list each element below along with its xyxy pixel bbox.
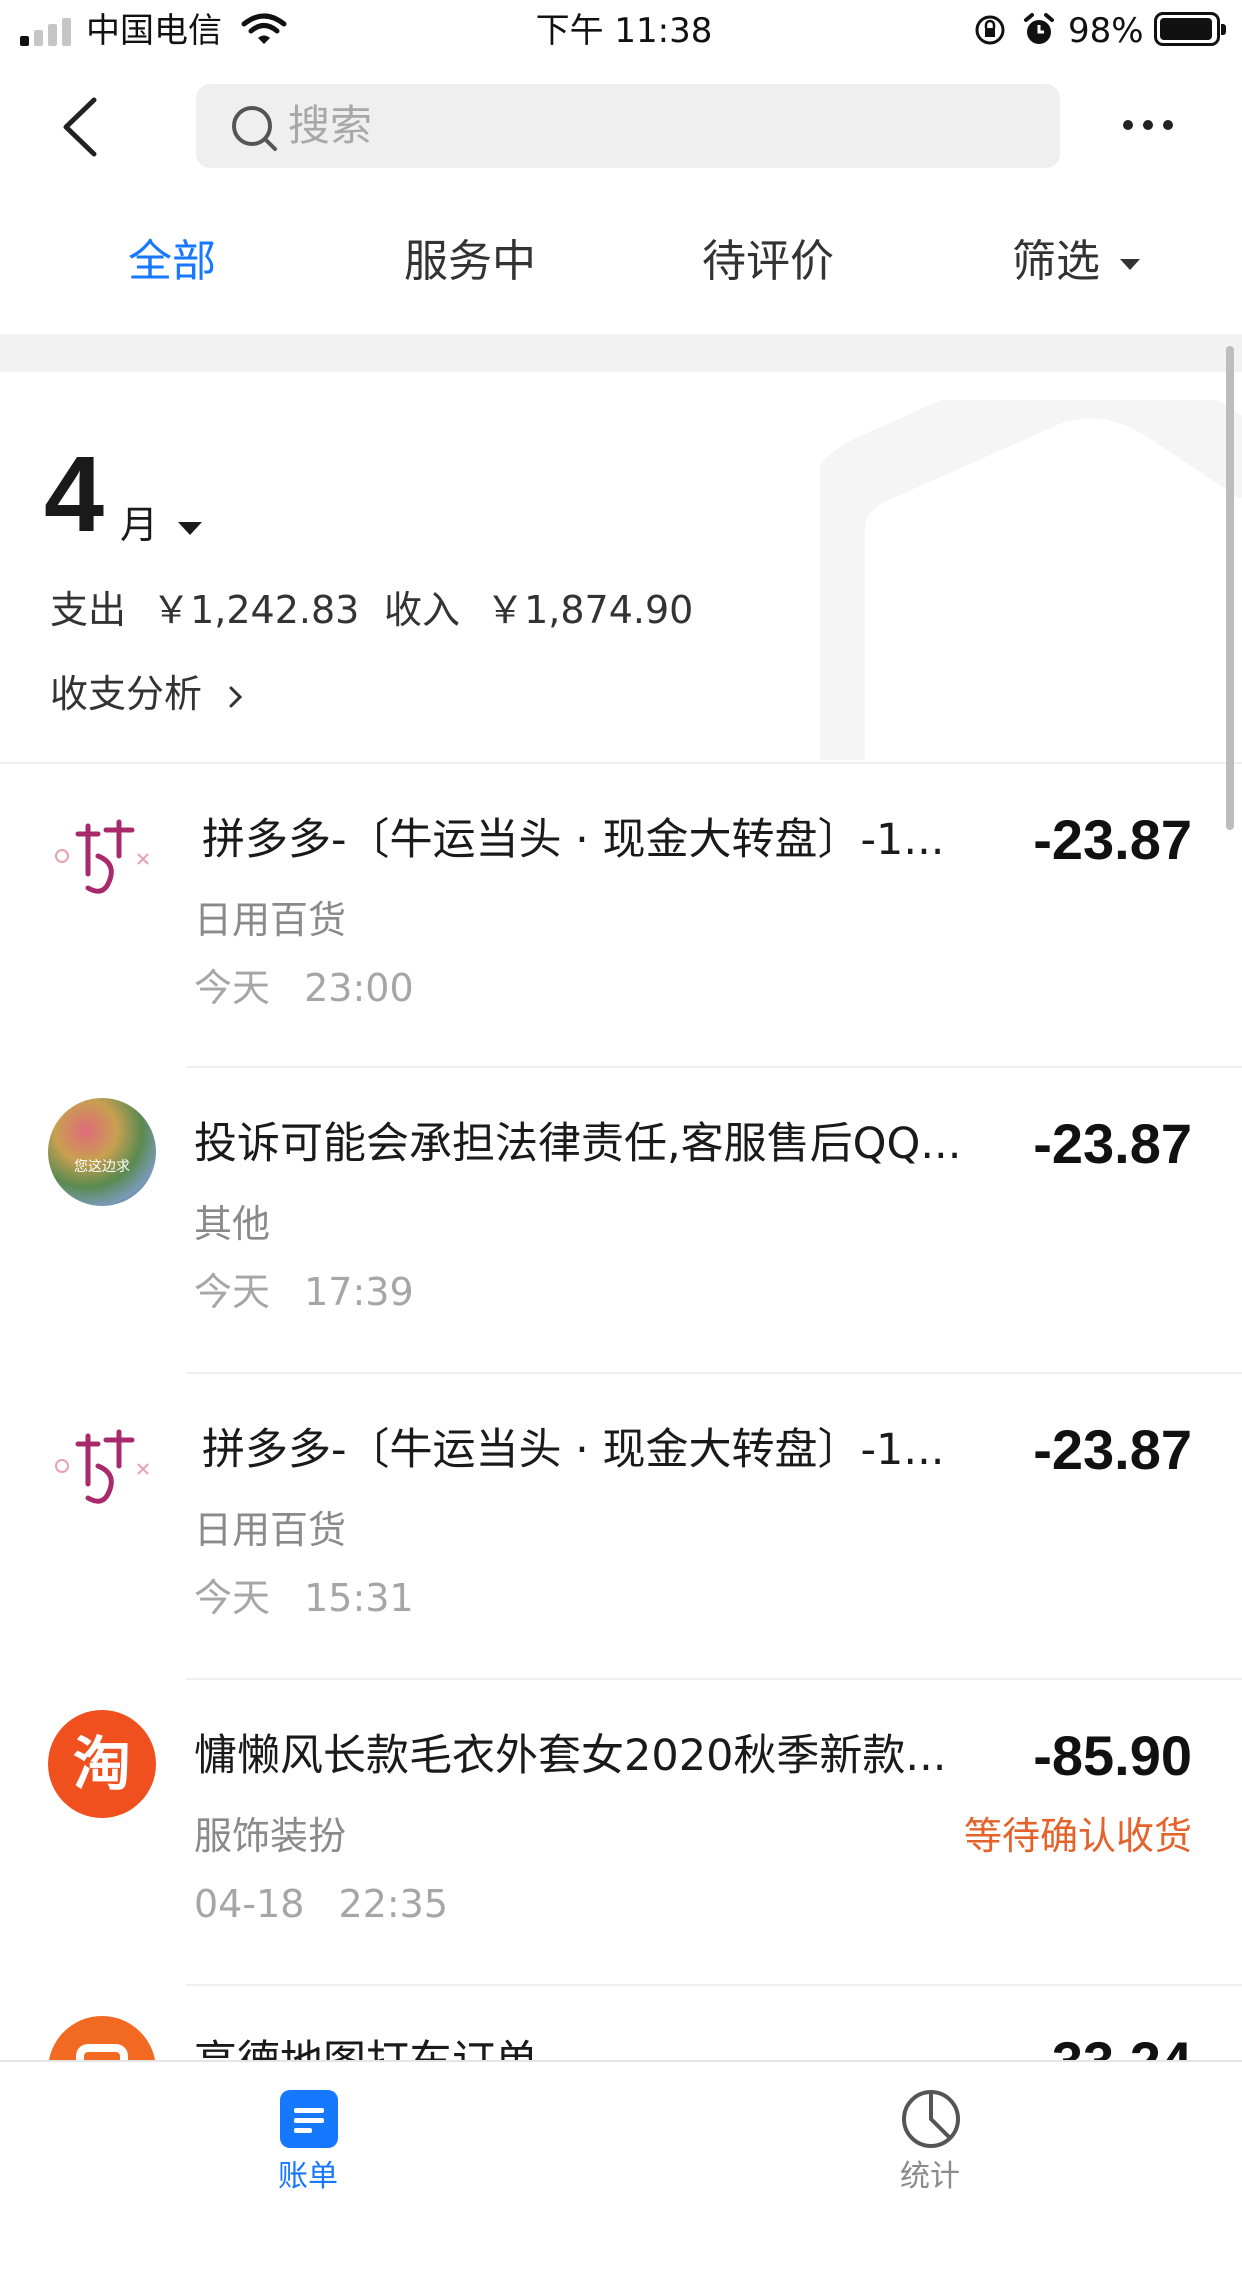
month-unit-label: 月 — [120, 503, 159, 547]
transaction-time: 今天 15:31 — [194, 1576, 414, 1620]
transaction-amount: -85.90 — [1033, 1724, 1192, 1787]
transaction-amount: -23.87 — [1033, 1112, 1192, 1175]
carrier-label: 中国电信 — [86, 11, 222, 51]
section-separator — [0, 334, 1242, 372]
search-placeholder: 搜索 — [288, 101, 373, 150]
bill-icon — [280, 2090, 338, 2148]
more-icon[interactable] — [1122, 118, 1174, 132]
transaction-day: 今天 — [194, 966, 271, 1010]
search-icon — [232, 106, 277, 151]
transaction-row[interactable]: 拼多多-〔牛运当头 · 现金大转盘〕-1... -23.87 日用百货 今天 2… — [0, 764, 1242, 1066]
status-bar: 中国电信 下午 11:38 98% — [0, 0, 1242, 64]
transaction-title: 拼多多-〔牛运当头 · 现金大转盘〕-1... — [202, 815, 945, 865]
transaction-category: 日用百货 — [194, 1508, 347, 1552]
transaction-day: 今天 — [194, 1270, 271, 1314]
month-number[interactable]: 4 — [44, 440, 104, 548]
transaction-category: 日用百货 — [194, 898, 347, 942]
battery-icon — [1154, 12, 1226, 46]
transaction-category: 其他 — [194, 1202, 271, 1246]
income-label: 收入 — [384, 588, 461, 632]
tab-statistics[interactable]: 统计 — [850, 2062, 1010, 2208]
income-summary: 收入 ￥1,874.90 — [384, 588, 693, 632]
transaction-time: 04-18 22:35 — [194, 1882, 448, 1926]
taobao-icon: 淘 — [48, 1710, 156, 1818]
month-selector[interactable]: 月 — [120, 505, 204, 545]
avatar-caption: 您这边求 — [74, 1159, 130, 1175]
tab-statistics-label: 统计 — [900, 2159, 960, 2194]
transaction-row[interactable]: 您这边求 投诉可能会承担法律责任,客服售后QQ... -23.87 其他 今天 … — [0, 1068, 1242, 1372]
transaction-row[interactable]: 拼多多-〔牛运当头 · 现金大转盘〕-1... -23.87 日用百货 今天 1… — [0, 1374, 1242, 1678]
tab-bill-label: 账单 — [278, 2159, 338, 2194]
battery-percent: 98% — [1068, 11, 1144, 51]
transaction-day: 今天 — [194, 1576, 271, 1620]
analysis-label: 收支分析 — [50, 672, 203, 716]
alarm-icon — [1024, 13, 1054, 44]
expense-summary: 支出 ￥1,242.83 — [50, 588, 359, 632]
chevron-right-icon — [229, 686, 243, 707]
pie-chart-icon — [902, 2090, 960, 2148]
expense-amount: ￥1,242.83 — [152, 588, 360, 632]
caret-down-icon — [1120, 259, 1140, 270]
transaction-clock: 23:00 — [304, 966, 414, 1010]
order-status: 等待确认收货 — [963, 1814, 1192, 1858]
caret-down-icon — [178, 521, 203, 535]
transaction-title: 投诉可能会承担法律责任,客服售后QQ... — [194, 1119, 962, 1169]
analysis-link[interactable]: 收支分析 — [50, 672, 246, 716]
income-amount: ￥1,874.90 — [486, 588, 694, 632]
expense-label: 支出 — [50, 588, 127, 632]
tab-bar: 账单 统计 — [0, 2060, 1242, 2210]
transaction-day: 04-18 — [194, 1882, 305, 1926]
transaction-amount: -23.87 — [1033, 1418, 1192, 1481]
dream-logo-icon — [55, 819, 149, 894]
transaction-time: 今天 23:00 — [194, 966, 414, 1010]
search-input[interactable]: 搜索 — [196, 84, 1060, 168]
orientation-lock-icon — [975, 15, 1005, 45]
clock-time: 下午 11:38 — [535, 11, 713, 51]
dream-logo-icon — [55, 1429, 149, 1504]
transaction-clock: 17:39 — [304, 1270, 414, 1314]
tab-all[interactable]: 全部 — [128, 232, 216, 292]
user-avatar: 您这边求 — [48, 1098, 156, 1206]
house-watermark-icon — [820, 400, 1242, 760]
transaction-clock: 15:31 — [304, 1576, 414, 1620]
transaction-title: 慵懒风长款毛衣外套女2020秋季新款... — [194, 1731, 947, 1781]
tab-filter[interactable]: 筛选 — [1012, 232, 1142, 292]
transaction-time: 今天 17:39 — [194, 1270, 414, 1314]
transaction-row[interactable]: 淘 慵懒风长款毛衣外套女2020秋季新款... -85.90 服饰装扮 等待确认… — [0, 1680, 1242, 1984]
tab-in-service[interactable]: 服务中 — [404, 232, 536, 292]
tab-bill[interactable]: 账单 — [228, 2062, 388, 2208]
tab-filter-label: 筛选 — [1012, 236, 1100, 287]
transaction-title: 拼多多-〔牛运当头 · 现金大转盘〕-1... — [202, 1425, 945, 1475]
tab-to-review[interactable]: 待评价 — [702, 232, 834, 292]
back-arrow-icon[interactable] — [58, 96, 102, 158]
signal-icon — [20, 14, 76, 46]
transaction-category: 服饰装扮 — [194, 1814, 347, 1858]
transaction-amount: -23.87 — [1033, 808, 1192, 871]
wifi-icon — [241, 13, 287, 44]
transaction-clock: 22:35 — [338, 1882, 449, 1926]
scrollbar[interactable] — [1226, 346, 1234, 830]
